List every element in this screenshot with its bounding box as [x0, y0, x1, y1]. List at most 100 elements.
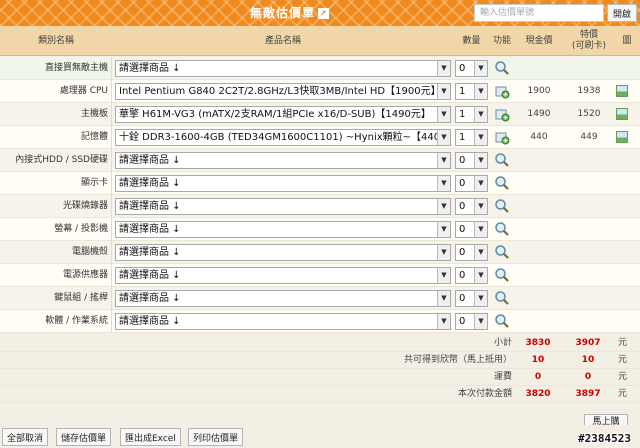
product-select[interactable]: 請選擇商品 ↓ ▼	[115, 198, 451, 215]
summary-row: 共可得到欣幣（馬上抵用） 10 10 元	[0, 352, 640, 369]
chevron-down-icon[interactable]: ▼	[474, 291, 487, 306]
search-icon[interactable]	[494, 175, 510, 191]
search-icon[interactable]	[494, 244, 510, 260]
chevron-down-icon[interactable]: ▼	[437, 245, 450, 260]
chevron-down-icon[interactable]: ▼	[474, 153, 487, 168]
chevron-down-icon[interactable]: ▼	[437, 268, 450, 283]
quantity-select[interactable]: 0 ▼	[455, 267, 488, 284]
export-excel-button[interactable]: 匯出成Excel	[120, 428, 181, 446]
cash-price	[516, 287, 562, 310]
quantity-select[interactable]: 0 ▼	[455, 60, 488, 77]
product-select[interactable]: 華擎 H61M-VG3 (mATX/2支RAM/1組PCIe x16/D-SUB…	[115, 106, 451, 123]
chevron-down-icon[interactable]: ▼	[437, 222, 450, 237]
chevron-down-icon[interactable]: ▼	[437, 130, 450, 145]
search-icon[interactable]	[494, 198, 510, 214]
chevron-down-icon[interactable]: ▼	[437, 84, 450, 99]
chevron-down-icon[interactable]: ▼	[474, 314, 487, 329]
compare-add-icon[interactable]	[494, 106, 510, 122]
quantity-select[interactable]: 0 ▼	[455, 244, 488, 261]
chevron-down-icon[interactable]: ▼	[474, 176, 487, 191]
chevron-down-icon[interactable]: ▼	[474, 268, 487, 283]
quote-number-input[interactable]	[474, 4, 604, 22]
compare-add-icon[interactable]	[494, 83, 510, 99]
chevron-down-icon[interactable]: ▼	[474, 199, 487, 214]
summary-special: 3897	[575, 389, 601, 399]
product-select[interactable]: 請選擇商品 ↓ ▼	[115, 290, 451, 307]
summary-cash: 0	[534, 372, 542, 382]
chevron-down-icon[interactable]: ▼	[474, 61, 487, 76]
product-select[interactable]: 請選擇商品 ↓ ▼	[115, 244, 451, 261]
special-price	[564, 149, 614, 172]
open-quote-button[interactable]: 開啟	[607, 4, 637, 22]
search-icon[interactable]	[494, 152, 510, 168]
table-row: 處理器 CPU Intel Pentium G840 2C2T/2.8GHz/L3…	[0, 80, 640, 103]
clear-all-button[interactable]: 全部取消	[2, 428, 49, 446]
chevron-down-icon[interactable]: ▼	[474, 107, 487, 122]
search-icon[interactable]	[494, 290, 510, 306]
search-icon[interactable]	[494, 267, 510, 283]
summary-special: 0	[584, 372, 592, 382]
quantity-select[interactable]: 0 ▼	[455, 198, 488, 215]
quantity-select[interactable]: 0 ▼	[455, 152, 488, 169]
product-select-value: 請選擇商品 ↓	[119, 270, 181, 281]
quantity-select[interactable]: 0 ▼	[455, 290, 488, 307]
product-select[interactable]: Intel Pentium G840 2C2T/2.8GHz/L3快取3MB/I…	[115, 83, 451, 100]
product-select[interactable]: 請選擇商品 ↓ ▼	[115, 221, 451, 238]
product-select[interactable]: 請選擇商品 ↓ ▼	[115, 152, 451, 169]
special-price	[564, 195, 614, 218]
quantity-select[interactable]: 0 ▼	[455, 221, 488, 238]
product-select-value: 請選擇商品 ↓	[119, 201, 181, 212]
product-select[interactable]: 請選擇商品 ↓ ▼	[115, 60, 451, 77]
product-image-icon[interactable]	[616, 85, 628, 97]
quantity-select[interactable]: 0 ▼	[455, 313, 488, 330]
search-icon[interactable]	[494, 60, 510, 76]
print-quote-button[interactable]: 列印估價單	[188, 428, 244, 446]
search-icon[interactable]	[494, 221, 510, 237]
quantity-select[interactable]: 1 ▼	[455, 83, 488, 100]
summary-row: 運費 0 0 元	[0, 369, 640, 386]
save-quote-button[interactable]: 儲存估價單	[56, 428, 112, 446]
info-icon[interactable]: ↗	[318, 8, 330, 19]
product-select[interactable]: 請選擇商品 ↓ ▼	[115, 313, 451, 330]
chevron-down-icon[interactable]: ▼	[437, 61, 450, 76]
search-icon[interactable]	[494, 313, 510, 329]
chevron-down-icon[interactable]: ▼	[437, 176, 450, 191]
product-select-value: Intel Pentium G840 2C2T/2.8GHz/L3快取3MB/I…	[119, 86, 437, 97]
row-category: 電腦機殼	[0, 241, 112, 264]
chevron-down-icon[interactable]: ▼	[474, 222, 487, 237]
table-row: 直接買無敵主機 請選擇商品 ↓ ▼ 0 ▼	[0, 57, 640, 80]
chevron-down-icon[interactable]: ▼	[437, 107, 450, 122]
chevron-down-icon[interactable]: ▼	[474, 84, 487, 99]
summary-special: 10	[581, 355, 595, 365]
chevron-down-icon[interactable]: ▼	[474, 130, 487, 145]
column-cash-price: 現金價	[525, 35, 553, 46]
quantity-select[interactable]: 0 ▼	[455, 175, 488, 192]
special-price	[564, 264, 614, 287]
product-select[interactable]: 請選擇商品 ↓ ▼	[115, 267, 451, 284]
summary-cash: 3820	[525, 389, 551, 399]
chevron-down-icon[interactable]: ▼	[437, 199, 450, 214]
chevron-down-icon[interactable]: ▼	[437, 291, 450, 306]
page-title: 無敵估價單 ↗	[250, 4, 330, 21]
compare-add-icon[interactable]	[494, 129, 510, 145]
row-category: 光碟燒錄器	[0, 195, 112, 218]
cash-price: 1900	[527, 86, 551, 96]
chevron-down-icon[interactable]: ▼	[474, 245, 487, 260]
quantity-select[interactable]: 1 ▼	[455, 106, 488, 123]
cash-price	[516, 264, 562, 287]
row-category: 鍵鼠組 / 搖桿	[0, 287, 112, 310]
product-select-value: 請選擇商品 ↓	[119, 247, 181, 258]
chevron-down-icon[interactable]: ▼	[437, 314, 450, 329]
quantity-select-value: 1	[459, 86, 466, 97]
product-select-value: 請選擇商品 ↓	[119, 155, 181, 166]
chevron-down-icon[interactable]: ▼	[437, 153, 450, 168]
quantity-select[interactable]: 1 ▼	[455, 129, 488, 146]
product-select[interactable]: 請選擇商品 ↓ ▼	[115, 175, 451, 192]
row-category: 電源供應器	[0, 264, 112, 287]
product-image-icon[interactable]	[616, 108, 628, 120]
product-image-icon[interactable]	[616, 131, 628, 143]
product-select[interactable]: 十銓 DDR3-1600-4GB (TED34GM1600C1101) ~Hyn…	[115, 129, 451, 146]
special-price	[564, 287, 614, 310]
table-row: 主機板 華擎 H61M-VG3 (mATX/2支RAM/1組PCIe x16/D-…	[0, 103, 640, 126]
table-row: 內接式HDD / SSD硬碟 請選擇商品 ↓ ▼ 0 ▼	[0, 149, 640, 172]
